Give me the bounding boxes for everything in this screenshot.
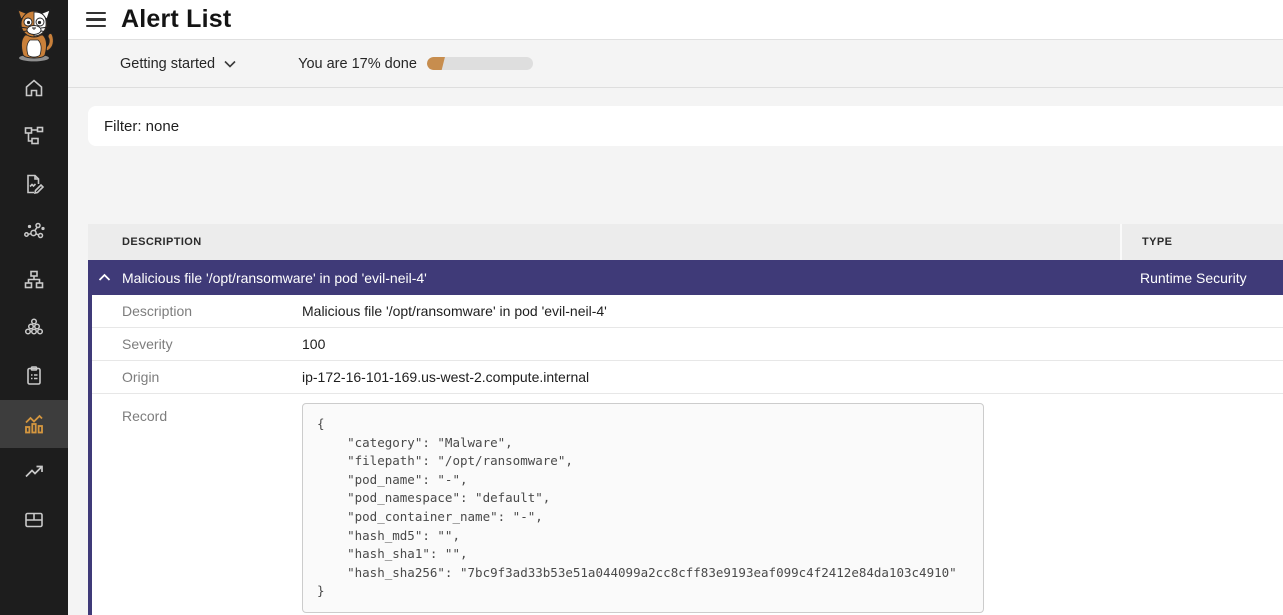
getting-started-bar: Getting started You are 17% done: [68, 40, 1283, 88]
alert-type: Runtime Security: [1120, 270, 1283, 286]
document-edit-icon: [22, 172, 46, 196]
detail-label: Record: [92, 403, 302, 424]
sidebar-item-network-nodes[interactable]: [0, 208, 68, 256]
alerts-table: DESCRIPTION TYPE Malicious file '/opt/ra…: [88, 224, 1283, 615]
chevron-up-icon[interactable]: [98, 273, 111, 282]
record-json-content: { "category": "Malware", "filepath": "/o…: [317, 415, 969, 601]
app-logo[interactable]: [0, 0, 68, 64]
table-header-row: DESCRIPTION TYPE: [88, 224, 1283, 260]
alert-description: Malicious file '/opt/ransomware' in pod …: [122, 270, 427, 286]
chevron-down-icon: [224, 56, 236, 72]
sidebar-item-hierarchy[interactable]: [0, 256, 68, 304]
detail-row-origin: Origin ip-172-16-101-169.us-west-2.compu…: [92, 361, 1283, 394]
record-json-block: { "category": "Malware", "filepath": "/o…: [302, 403, 984, 613]
sidebar-item-storage-box[interactable]: [0, 496, 68, 544]
sidebar-item-report-edit[interactable]: [0, 160, 68, 208]
progress-status-text: You are 17% done: [298, 56, 417, 72]
getting-started-dropdown[interactable]: Getting started: [120, 56, 236, 72]
detail-label: Description: [92, 303, 302, 319]
alerts-analytics-icon: [21, 411, 47, 437]
column-header-description: DESCRIPTION: [88, 224, 1120, 260]
cluster-group-icon: [22, 316, 46, 340]
sidebar-item-checklist[interactable]: [0, 352, 68, 400]
progress-bar: [427, 57, 533, 70]
sidebar-item-alerts[interactable]: [0, 400, 68, 448]
storage-box-icon: [22, 508, 46, 532]
clipboard-icon: [22, 364, 46, 388]
sidebar-item-cluster-group[interactable]: [0, 304, 68, 352]
detail-row-severity: Severity 100: [92, 328, 1283, 361]
page-content: Filter: none DESCRIPTION TYPE Malicious …: [68, 88, 1283, 615]
detail-row-record: Record { "category": "Malware", "filepat…: [92, 394, 1283, 615]
sidebar-item-trending[interactable]: [0, 448, 68, 496]
alert-details-panel: Description Malicious file '/opt/ransomw…: [88, 295, 1283, 615]
filter-bar[interactable]: Filter: none: [88, 106, 1283, 146]
main-area: Alert List Getting started You are 17% d…: [68, 0, 1283, 615]
sidebar-item-home[interactable]: [0, 64, 68, 112]
workload-graph-icon: [22, 124, 46, 148]
network-nodes-icon: [22, 220, 46, 244]
detail-value: ip-172-16-101-169.us-west-2.compute.inte…: [302, 369, 589, 385]
detail-value: 100: [302, 336, 325, 352]
filter-label: Filter: none: [104, 118, 179, 135]
page-title: Alert List: [121, 5, 231, 34]
hierarchy-icon: [22, 268, 46, 292]
detail-label: Origin: [92, 369, 302, 385]
sidebar-item-workload-graph[interactable]: [0, 112, 68, 160]
alert-row-expanded[interactable]: Malicious file '/opt/ransomware' in pod …: [88, 260, 1283, 295]
top-header: Alert List: [68, 0, 1283, 40]
sidebar: [0, 0, 68, 615]
detail-row-description: Description Malicious file '/opt/ransomw…: [92, 295, 1283, 328]
hamburger-menu-icon[interactable]: [86, 12, 106, 28]
trending-up-icon: [22, 460, 46, 484]
detail-value: Malicious file '/opt/ransomware' in pod …: [302, 303, 607, 319]
home-icon: [22, 76, 46, 100]
detail-label: Severity: [92, 336, 302, 352]
column-header-type: TYPE: [1120, 224, 1283, 260]
cat-mascot-icon: [9, 7, 59, 68]
progress-bar-fill: [427, 57, 445, 70]
